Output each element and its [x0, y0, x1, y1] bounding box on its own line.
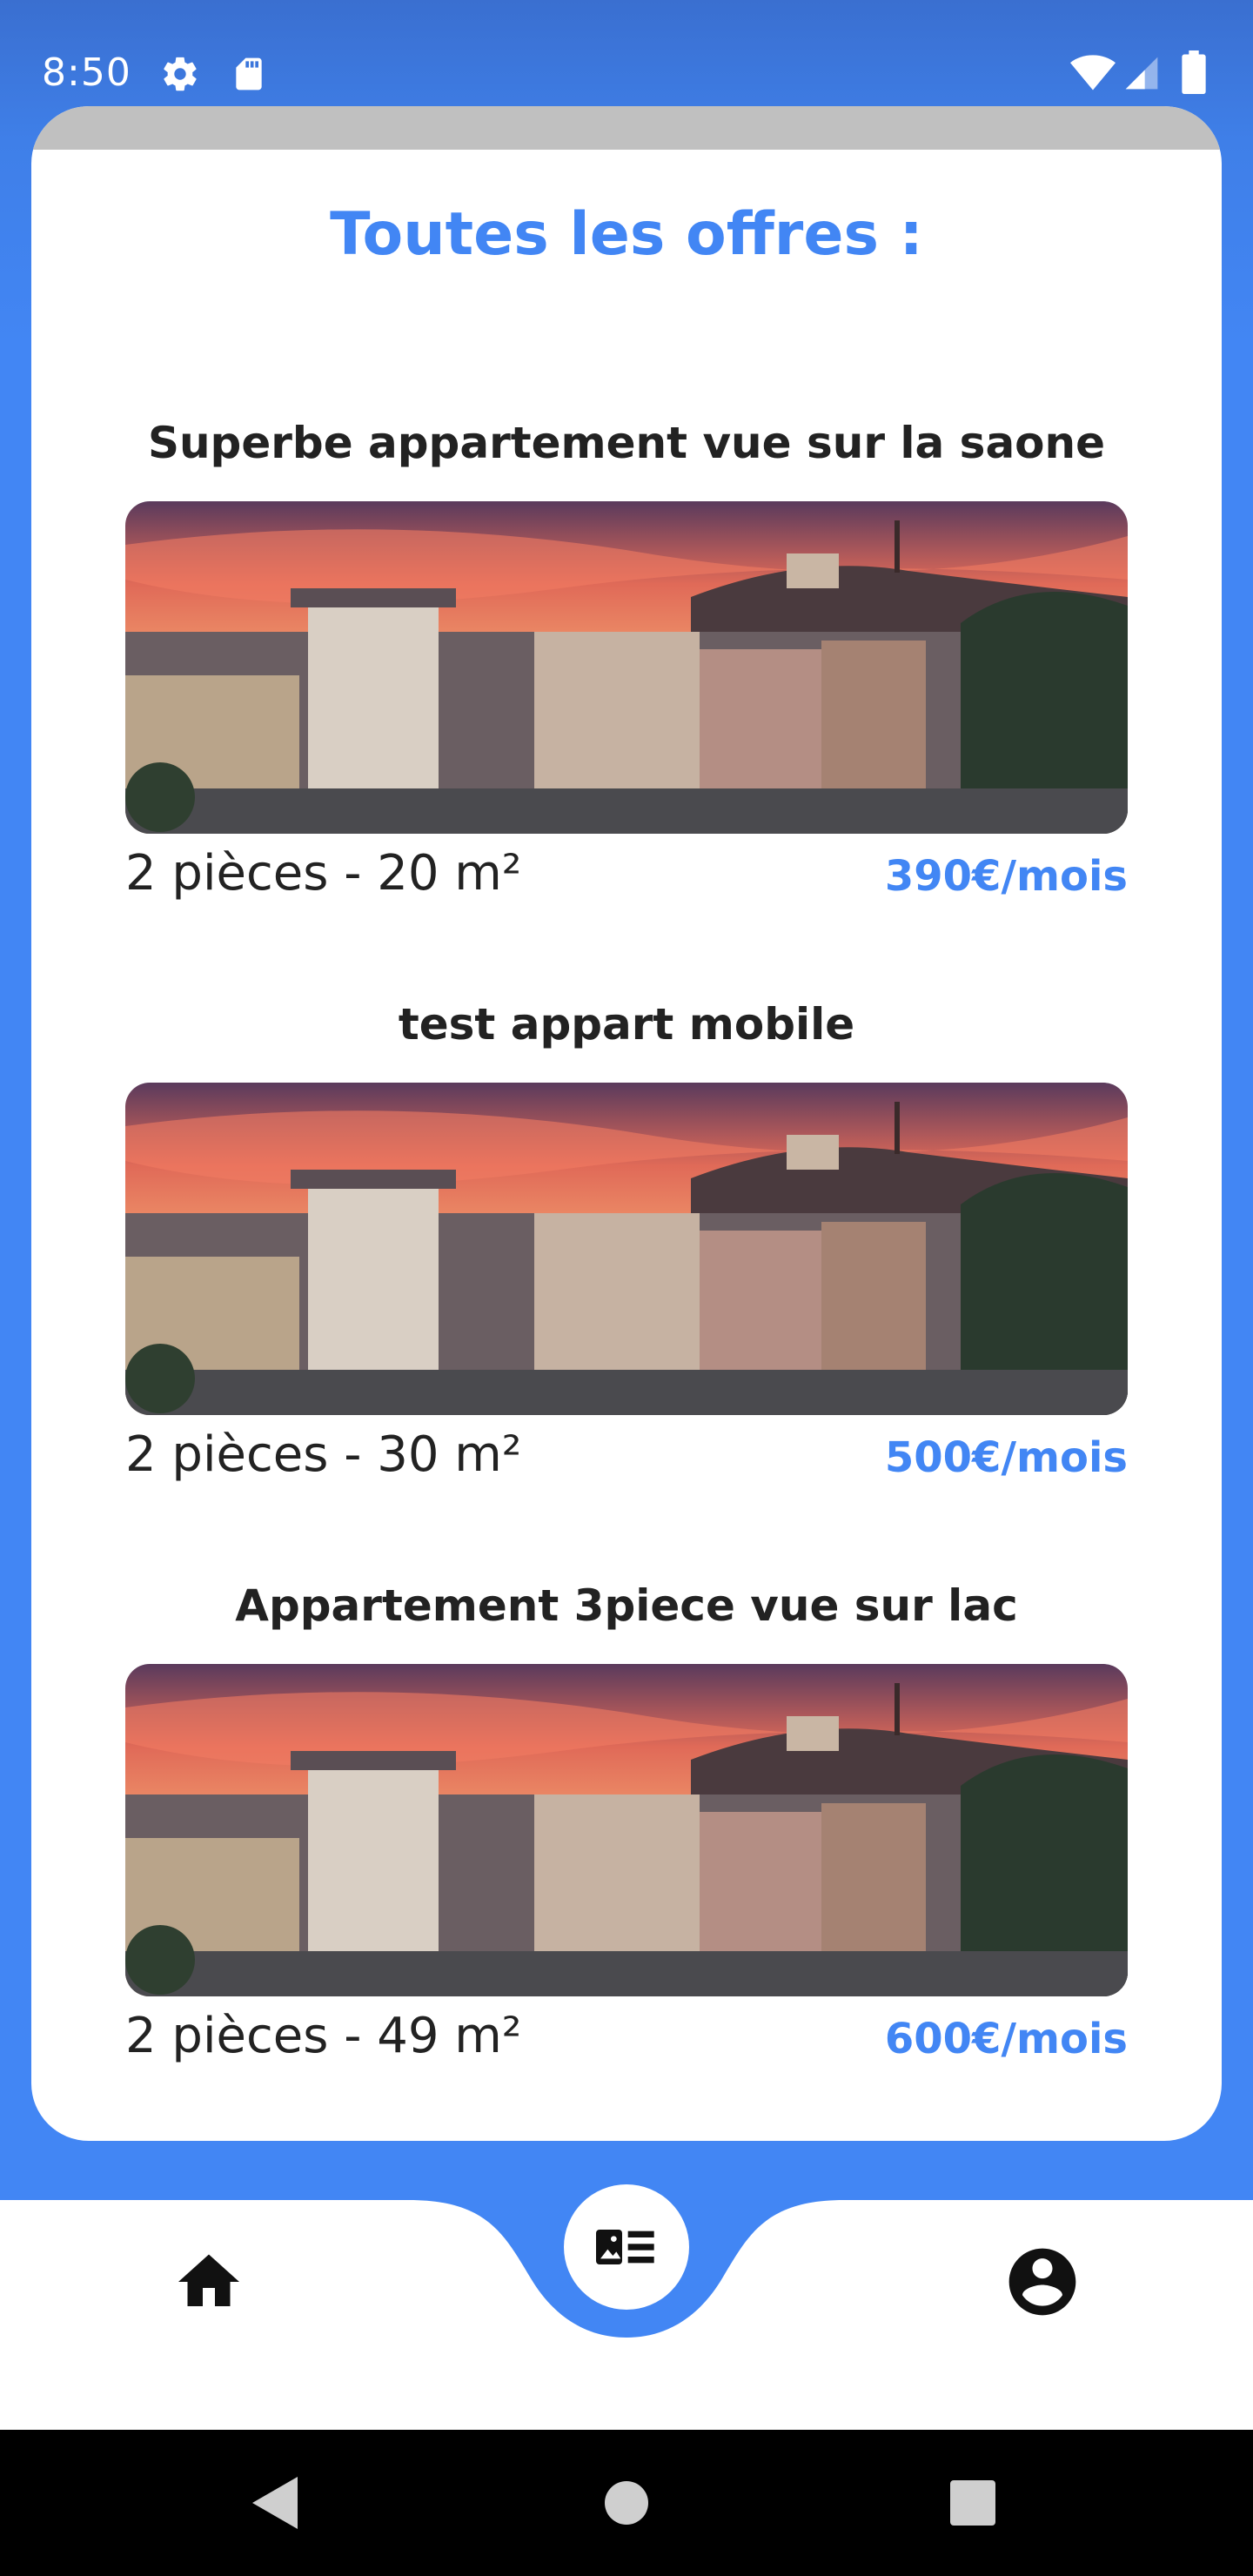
sd-card-icon	[230, 54, 268, 97]
city-sunset-image	[125, 1664, 1128, 1996]
home-icon	[178, 2254, 239, 2306]
nav-listings-button[interactable]	[564, 2184, 689, 2310]
listing-photo[interactable]	[125, 501, 1128, 834]
listings-icon	[596, 2230, 654, 2264]
home-system-button[interactable]	[604, 2480, 649, 2529]
nav-account-button[interactable]	[1002, 2242, 1082, 2322]
back-triangle-icon	[252, 2477, 298, 2529]
page-title: Toutes les offres :	[330, 200, 923, 269]
settings-icon	[160, 54, 200, 97]
recents-button[interactable]	[950, 2480, 995, 2529]
back-button[interactable]	[252, 2477, 298, 2532]
listing-details: 2 pièces - 49 m²	[125, 2008, 522, 2064]
listing-card[interactable]: Superbe appartement vue sur la saone 2 p…	[125, 413, 1128, 917]
listing-details: 2 pièces - 30 m²	[125, 1426, 522, 1483]
wifi-icon	[1070, 54, 1116, 96]
listing-card[interactable]: Appartement 3piece vue sur lac 2 pièces …	[125, 1575, 1128, 2080]
recents-square-icon	[950, 2480, 995, 2526]
listing-title: Superbe appartement vue sur la saone	[147, 418, 1106, 468]
nav-home-button[interactable]	[172, 2245, 245, 2318]
battery-icon	[1180, 50, 1208, 97]
listing-photo[interactable]	[125, 1664, 1128, 1996]
system-navigation-bar	[0, 2430, 1253, 2576]
listing-card[interactable]: test appart mobile 2 pièces - 30 m² 500€…	[125, 994, 1128, 1499]
signal-icon	[1122, 54, 1161, 96]
card-header-strip	[31, 106, 1222, 150]
status-time: 8:50	[42, 50, 131, 95]
listing-title: Appartement 3piece vue sur lac	[235, 1580, 1018, 1631]
listing-price: 500€/mois	[884, 1433, 1128, 1482]
listing-price: 390€/mois	[884, 852, 1128, 901]
home-circle-icon	[605, 2481, 648, 2525]
account-icon	[1008, 2248, 1076, 2316]
offers-card: Toutes les offres : Superbe appartement …	[31, 106, 1222, 2141]
listing-details: 2 pièces - 20 m²	[125, 845, 522, 902]
city-sunset-image	[125, 1083, 1128, 1415]
listing-title: test appart mobile	[398, 999, 855, 1050]
listing-photo[interactable]	[125, 1083, 1128, 1415]
city-sunset-image	[125, 501, 1128, 834]
listing-price: 600€/mois	[884, 2015, 1128, 2063]
